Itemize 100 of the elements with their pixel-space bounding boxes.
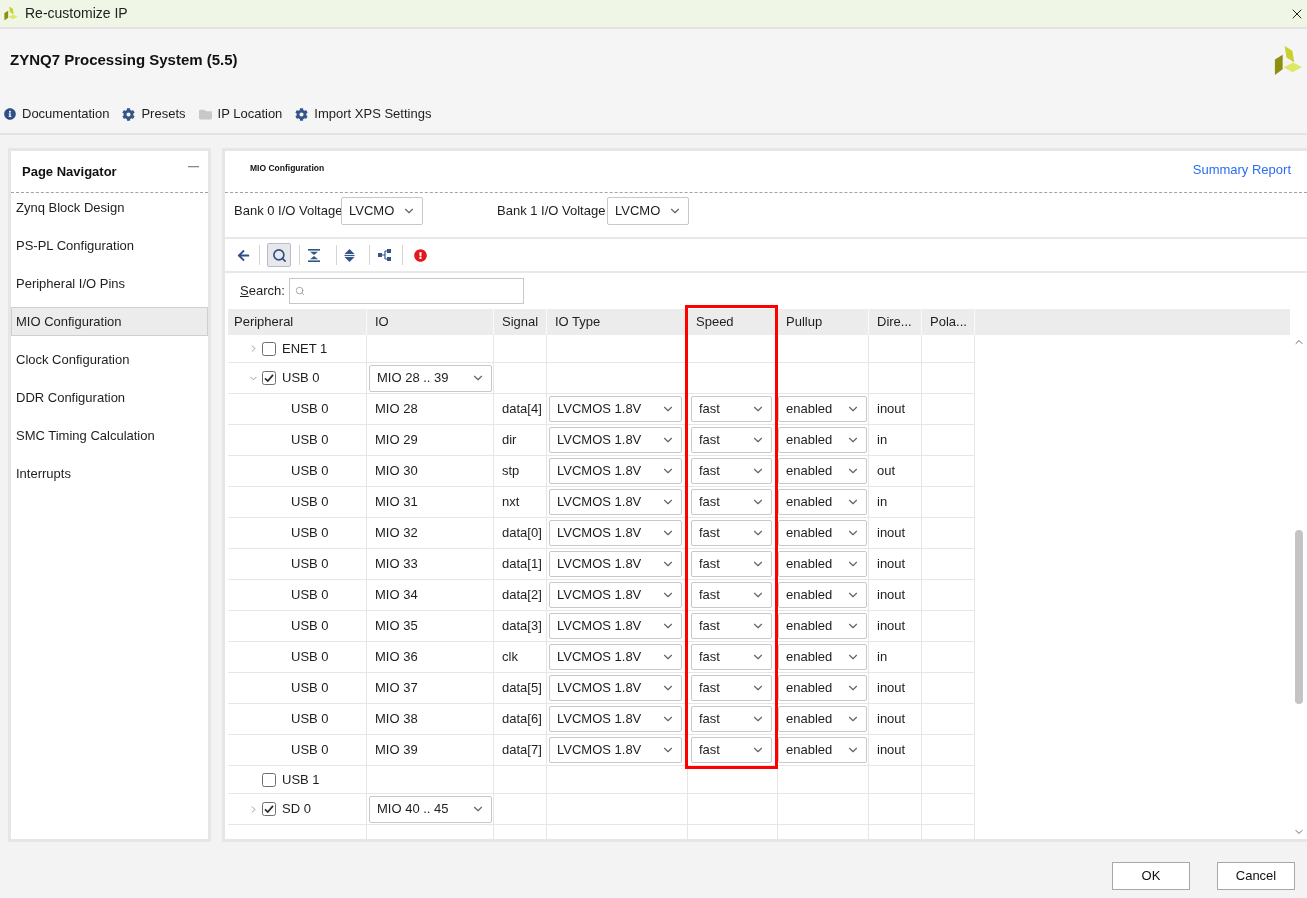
pin-name: MIO 34: [375, 586, 418, 605]
io-type-select[interactable]: LVCMOS 1.8V: [549, 644, 682, 670]
pullup-select[interactable]: enabled: [778, 551, 867, 577]
column-header[interactable]: IO: [367, 309, 494, 335]
speed-select[interactable]: fast: [691, 396, 772, 422]
up-down-triangles-icon[interactable]: [344, 248, 355, 262]
signal-name: data[6]: [502, 710, 542, 729]
header-link[interactable]: Presets: [122, 104, 186, 124]
speed-select[interactable]: fast: [691, 675, 772, 701]
left-arrow-icon[interactable]: [237, 248, 250, 262]
speed-select[interactable]: fast: [691, 520, 772, 546]
navigator-title: Page Navigator: [22, 162, 117, 181]
direction-value: inout: [877, 741, 906, 760]
empty-cell: [922, 335, 975, 363]
pullup-select[interactable]: enabled: [778, 582, 867, 608]
io-type-select[interactable]: LVCMOS 1.8V: [549, 613, 682, 639]
hierarchy-icon[interactable]: [378, 249, 391, 261]
speed-select[interactable]: fast: [691, 551, 772, 577]
header-link[interactable]: IP Location: [198, 104, 283, 124]
checkbox[interactable]: [262, 371, 276, 385]
peripheral-name: USB 0: [291, 617, 329, 636]
nav-item[interactable]: MIO Configuration: [11, 307, 208, 336]
direction-value: in: [877, 648, 888, 667]
speed-select[interactable]: fast: [691, 489, 772, 515]
peripheral-name: USB 0: [291, 493, 329, 512]
search-icon: [295, 286, 305, 296]
peripheral-name: USB 0: [291, 462, 329, 481]
signal-name: clk: [502, 648, 518, 667]
dialog-button[interactable]: OK: [1112, 862, 1190, 890]
io-type-select[interactable]: LVCMOS 1.8V: [549, 675, 682, 701]
pullup-select[interactable]: enabled: [778, 489, 867, 515]
checkbox[interactable]: [262, 802, 276, 816]
bank-voltage-select[interactable]: LVCMO: [607, 197, 689, 225]
pullup-select[interactable]: enabled: [778, 737, 867, 763]
direction-value: inout: [877, 555, 906, 574]
pullup-select[interactable]: enabled: [778, 644, 867, 670]
header-link[interactable]: Import XPS Settings: [295, 104, 432, 124]
io-type-select[interactable]: LVCMOS 1.8V: [549, 737, 682, 763]
signal-name: data[7]: [502, 741, 542, 760]
bank-voltage-label: Bank 0 I/O Voltage: [234, 202, 341, 221]
column-header[interactable]: Pullup: [778, 309, 869, 335]
dialog-button[interactable]: Cancel: [1217, 862, 1295, 890]
io-type-select[interactable]: LVCMOS 1.8V: [549, 458, 682, 484]
speed-select[interactable]: fast: [691, 737, 772, 763]
column-header[interactable]: Speed: [688, 309, 778, 335]
pullup-select[interactable]: enabled: [778, 396, 867, 422]
checkbox[interactable]: [262, 341, 276, 356]
speed-select[interactable]: fast: [691, 706, 772, 732]
io-type-select[interactable]: LVCMOS 1.8V: [549, 520, 682, 546]
peripheral-name: USB 0: [291, 710, 329, 729]
direction-value: inout: [877, 710, 906, 729]
pullup-select[interactable]: enabled: [778, 706, 867, 732]
io-type-select[interactable]: LVCMOS 1.8V: [549, 489, 682, 515]
summary-report-link[interactable]: Summary Report: [1192, 160, 1291, 180]
search-label: Search:: [240, 282, 286, 301]
speed-select[interactable]: fast: [691, 427, 772, 453]
pin-name: MIO 32: [375, 524, 418, 543]
section-title: MIO Configuration: [250, 162, 325, 175]
signal-name: data[1]: [502, 555, 542, 574]
direction-value: in: [877, 493, 888, 512]
peripheral-name: SD 0: [282, 800, 311, 819]
scrollbar-thumb[interactable]: [1294, 530, 1303, 704]
bank-voltage-select[interactable]: LVCMO: [341, 197, 423, 225]
pin-range-select[interactable]: MIO 40 .. 45: [369, 795, 492, 823]
column-header[interactable]: Peripheral: [228, 309, 367, 335]
pullup-select[interactable]: enabled: [778, 613, 867, 639]
converging-arrows-icon[interactable]: [308, 248, 320, 262]
pin-range-select[interactable]: MIO 28 .. 39: [369, 364, 492, 392]
peripheral-name: USB 0: [291, 555, 329, 574]
speed-select[interactable]: fast: [691, 613, 772, 639]
speed-select[interactable]: fast: [691, 458, 772, 484]
pin-name: MIO 28: [375, 400, 418, 419]
pin-name: MIO 37: [375, 679, 418, 698]
pullup-select[interactable]: enabled: [778, 427, 867, 453]
header-link[interactable]: Documentation: [4, 104, 110, 124]
io-type-select[interactable]: LVCMOS 1.8V: [549, 582, 682, 608]
pullup-select[interactable]: enabled: [778, 675, 867, 701]
error-icon[interactable]: [414, 248, 427, 262]
column-header[interactable]: IO Type: [547, 309, 688, 335]
pin-name: MIO 31: [375, 493, 418, 512]
speed-select[interactable]: fast: [691, 582, 772, 608]
search-field[interactable]: [289, 278, 524, 304]
pullup-select[interactable]: enabled: [778, 520, 867, 546]
pullup-select[interactable]: enabled: [778, 458, 867, 484]
empty-cell: [869, 335, 922, 363]
io-type-select[interactable]: LVCMOS 1.8V: [549, 551, 682, 577]
io-type-select[interactable]: LVCMOS 1.8V: [549, 396, 682, 422]
column-header[interactable]: Pola...: [922, 309, 975, 335]
search-toggle-button[interactable]: [267, 243, 291, 267]
column-header[interactable]: Dire...: [869, 309, 922, 335]
io-type-select[interactable]: LVCMOS 1.8V: [549, 706, 682, 732]
signal-name: data[4]: [502, 400, 542, 419]
empty-cell: [922, 766, 975, 794]
speed-select[interactable]: fast: [691, 644, 772, 670]
io-type-select[interactable]: LVCMOS 1.8V: [549, 427, 682, 453]
minimize-icon[interactable]: [188, 166, 199, 168]
checkbox[interactable]: [262, 772, 276, 787]
signal-name: data[2]: [502, 586, 542, 605]
column-header[interactable]: Signal: [494, 309, 547, 335]
folder-icon: [198, 107, 212, 121]
